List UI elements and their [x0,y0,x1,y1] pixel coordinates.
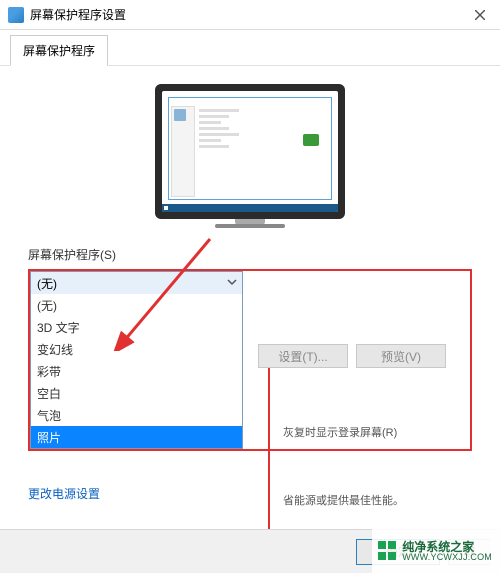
resume-checkbox-label-partial: 灰复时显示登录屏幕(R) [283,424,397,440]
dropdown-selected-text: (无) [37,275,57,292]
monitor-frame [155,84,345,219]
dropdown-list: (无) 3D 文字 变幻线 彩带 空白 气泡 照片 [31,294,242,448]
dropdown-option-mystify[interactable]: 变幻线 [31,338,242,360]
preview-button: 预览(V) [356,344,446,368]
monitor-base [215,224,285,228]
annotation-right-border [268,366,270,544]
dropdown-option-3dtext[interactable]: 3D 文字 [31,316,242,338]
watermark-title: 纯净系统之家 [402,541,492,553]
content-area: 屏幕保护程序(S) (无) (无) 3D 文字 变幻线 彩带 空白 气泡 照片 … [0,66,500,513]
power-settings-link[interactable]: 更改电源设置 [28,485,100,502]
watermark: 纯净系统之家 WWW.YCWXJJ.COM [372,529,500,573]
monitor-preview [28,84,472,228]
window-title: 屏幕保护程序设置 [30,6,460,23]
settings-button: 设置(T)... [258,344,348,368]
dropdown-selected[interactable]: (无) [31,272,242,294]
tab-bar: 屏幕保护程序 [0,30,500,66]
tab-screensaver[interactable]: 屏幕保护程序 [10,35,108,66]
monitor-screen [162,91,338,212]
screensaver-dropdown[interactable]: (无) (无) 3D 文字 变幻线 彩带 空白 气泡 照片 [30,271,243,449]
dropdown-option-bubbles[interactable]: 气泡 [31,404,242,426]
watermark-url: WWW.YCWXJJ.COM [402,553,492,562]
dropdown-option-photos[interactable]: 照片 [31,426,242,448]
close-icon [475,10,485,20]
dropdown-option-ribbons[interactable]: 彩带 [31,360,242,382]
dropdown-option-none[interactable]: (无) [31,294,242,316]
section-label-screensaver: 屏幕保护程序(S) [28,246,472,263]
watermark-logo-icon [378,541,398,561]
close-button[interactable] [460,0,500,30]
dropdown-option-blank[interactable]: 空白 [31,382,242,404]
titlebar: 屏幕保护程序设置 [0,0,500,30]
chevron-down-icon [226,276,238,288]
monitor-icon [8,7,24,23]
energy-text-partial: 省能源或提供最佳性能。 [283,492,404,508]
